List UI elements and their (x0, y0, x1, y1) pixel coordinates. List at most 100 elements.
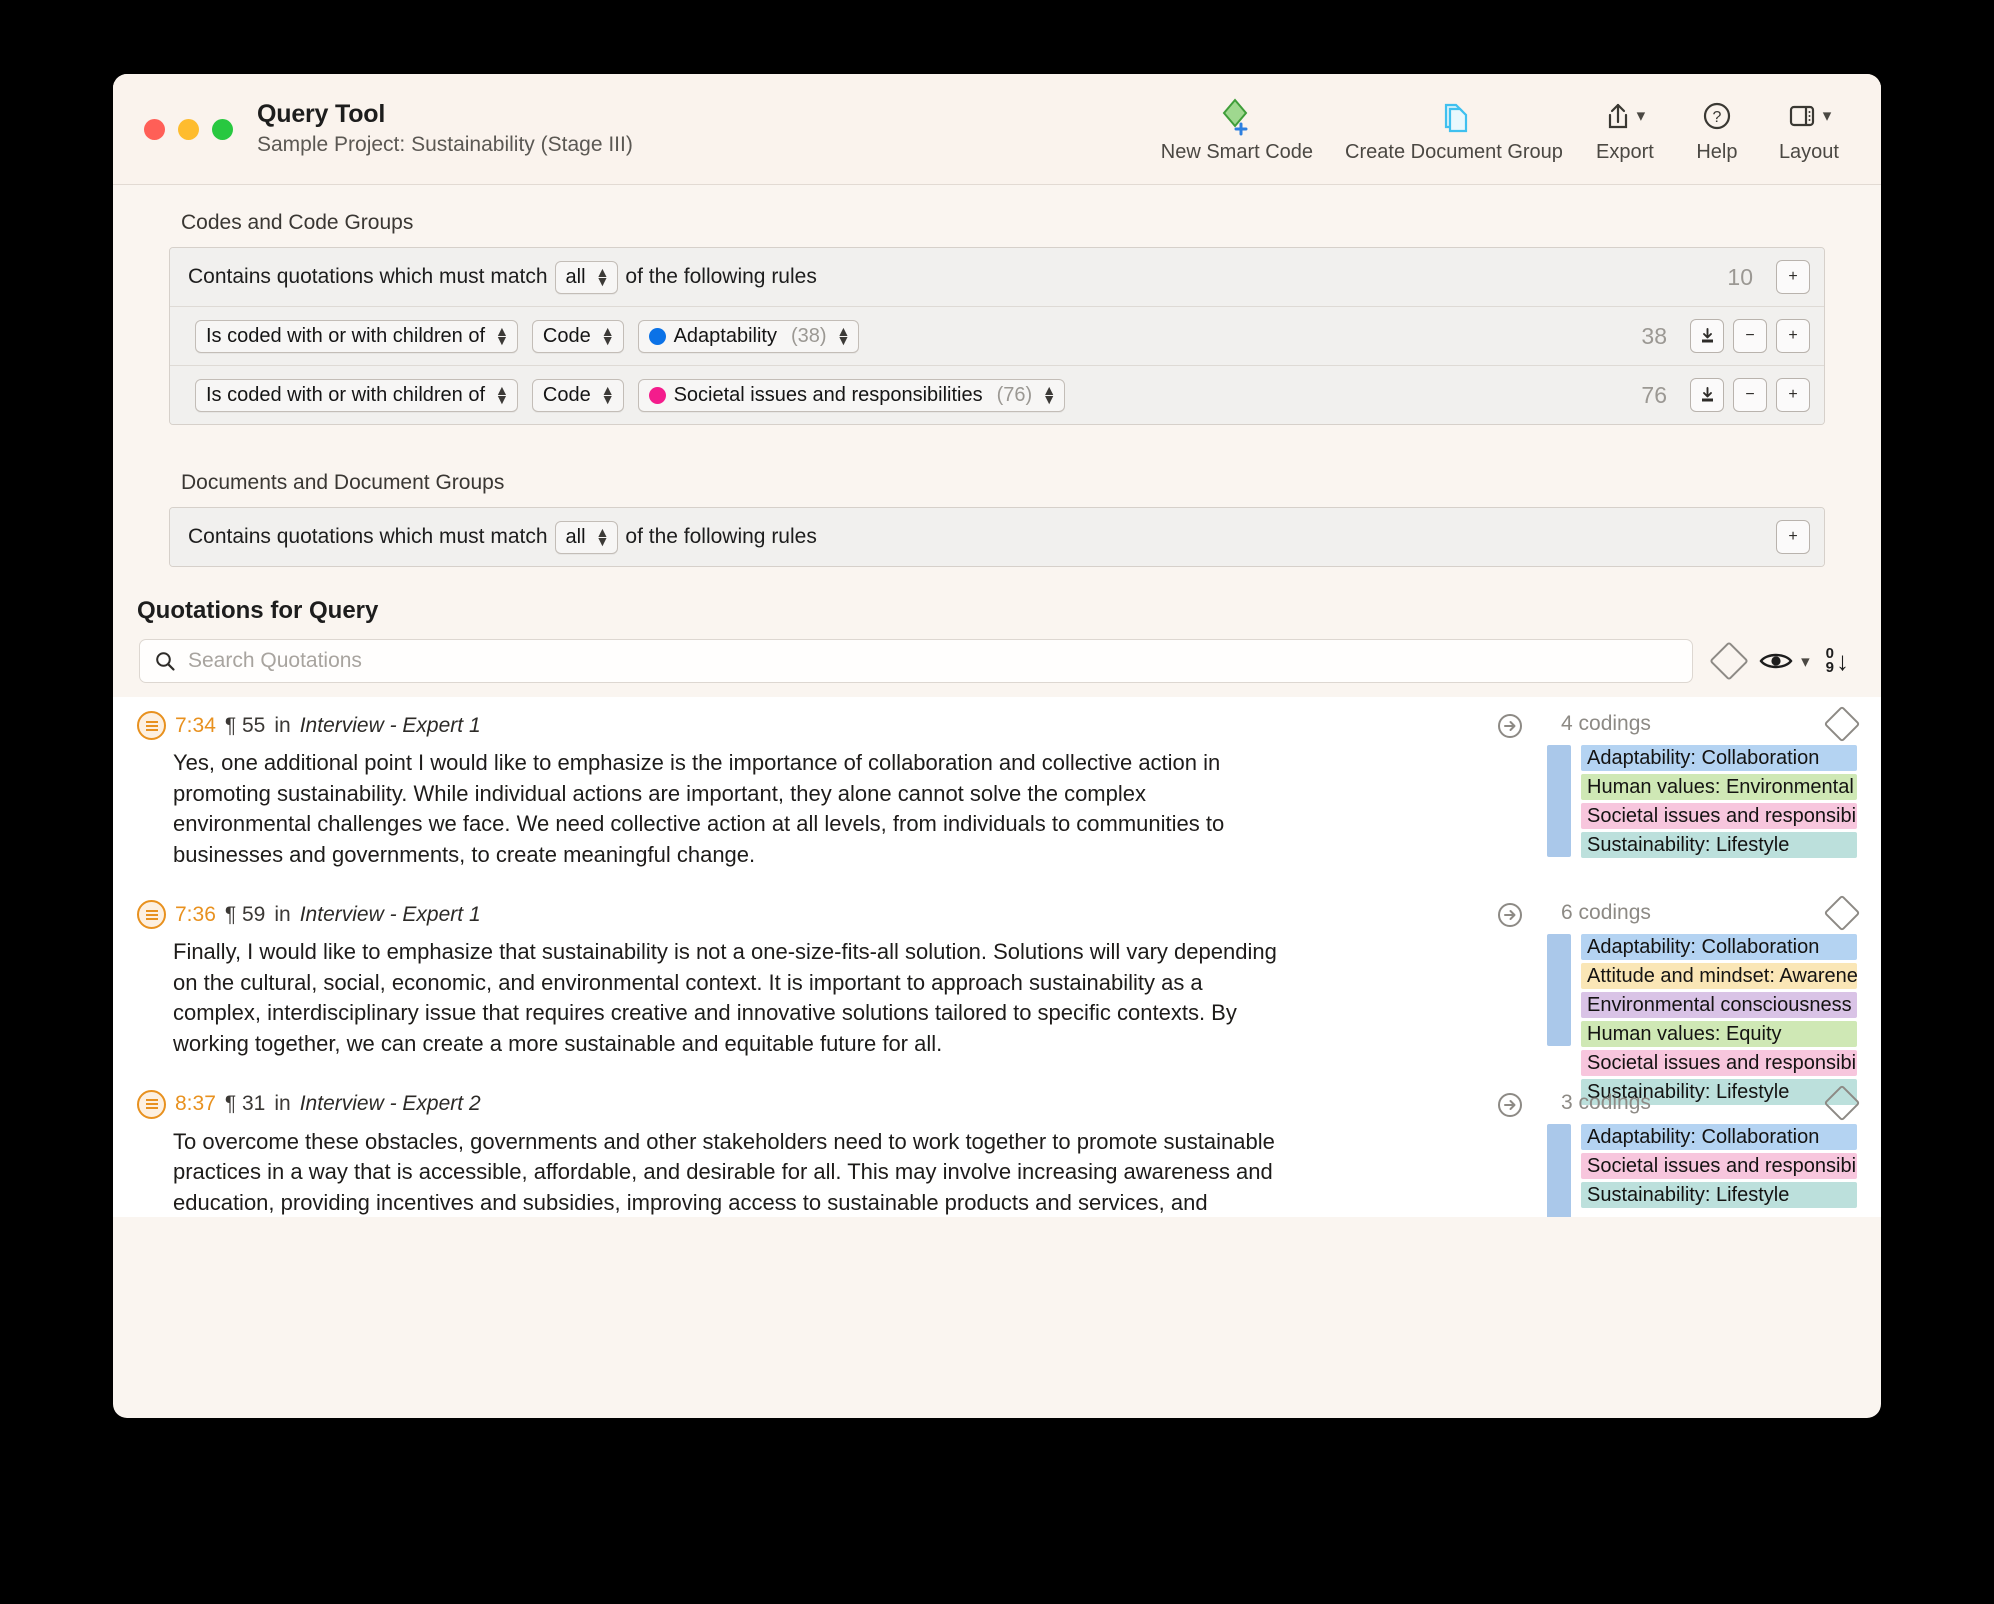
codes-rules-box: Contains quotations which must match all… (169, 247, 1825, 425)
coding-chip[interactable]: Adaptability: Collaboration (1581, 934, 1857, 961)
documents-header-rule-row: Contains quotations which must match all… (170, 508, 1824, 566)
rule-entity-value: Code (542, 383, 591, 406)
diamond-filter-icon[interactable] (1709, 641, 1749, 681)
rule-operator-select[interactable]: Is coded with or with children of ▲ ▼ (195, 378, 518, 412)
quotation-text: Finally, I would like to emphasize that … (173, 939, 1277, 1057)
documents-section-label: Documents and Document Groups (181, 471, 505, 494)
coding-chip[interactable]: Human values: Environmental (1581, 774, 1857, 800)
code-color-swatch (648, 386, 666, 404)
project-subtitle: Sample Project: Sustainability (Stage II… (257, 132, 633, 156)
code-rule-row: Is coded with or with children of ▲ ▼ Cod… (170, 366, 1824, 424)
maximize-window-button[interactable] (212, 118, 233, 140)
rule-operator-value: Is coded with or with children of (206, 324, 486, 347)
search-icon (156, 652, 175, 671)
match-suffix-label: of the following rules (625, 265, 817, 288)
documents-match-value: all (565, 525, 586, 548)
quotation-paragraph: ¶ 31 (224, 1092, 266, 1116)
import-rule-button[interactable] (1690, 319, 1724, 353)
quotation-item[interactable]: 7:36 ¶ 59 in Interview - Expert 1 Finall… (113, 886, 1881, 1106)
add-document-rule-button[interactable]: + (1776, 520, 1810, 554)
visibility-control[interactable]: ▾ (1759, 650, 1810, 672)
rule-target-select[interactable]: Societal issues and responsibilities (76… (637, 378, 1066, 412)
quotation-document: Interview - Expert 2 (299, 1092, 481, 1116)
stepper-icon: ▲ ▼ (600, 382, 615, 407)
quotation-icon (137, 900, 166, 930)
close-window-button[interactable] (144, 118, 165, 140)
toolbar-layout[interactable]: ▾ Layout (1763, 95, 1855, 164)
coding-chip[interactable]: Societal issues and responsibilities (1581, 1152, 1857, 1179)
query-tool-window: Query Tool Sample Project: Sustainabilit… (113, 74, 1881, 1418)
documents-match-select[interactable]: all ▲ ▼ (554, 520, 619, 554)
coding-chip[interactable]: Environmental consciousness (1581, 992, 1857, 1019)
rule-target-select[interactable]: Adaptability (38) ▲ ▼ (637, 319, 860, 353)
toolbar-help[interactable]: ? Help (1671, 95, 1763, 164)
coding-chip[interactable]: Sustainability: Lifestyle (1581, 832, 1857, 858)
search-input[interactable]: Search Quotations (139, 639, 1694, 683)
quotation-item[interactable]: 8:37 ¶ 31 in Interview - Expert 2 To ove… (113, 1076, 1881, 1217)
quotation-in-word: in (274, 1092, 291, 1116)
diamond-filter-icon[interactable] (1823, 705, 1861, 743)
toolbar-new-smart-code[interactable]: New Smart Code (1145, 95, 1329, 164)
coding-chip[interactable]: Adaptability: Collaboration (1581, 1123, 1857, 1150)
chevron-down-icon: ▾ (1801, 651, 1810, 671)
import-rule-button[interactable] (1690, 378, 1724, 412)
coding-chips: Adaptability: Collaboration Societal iss… (1581, 1123, 1857, 1217)
quotation-id: 7:34 (175, 713, 216, 737)
quotation-text: To overcome these obstacles, governments… (173, 1128, 1275, 1215)
codings-count: 4 codings (1561, 712, 1651, 735)
remove-rule-button[interactable]: − (1733, 378, 1767, 412)
layout-icon-row: ▾ (1787, 95, 1832, 137)
remove-rule-button[interactable]: − (1733, 319, 1767, 353)
code-rule-row: Is coded with or with children of ▲ ▼ Cod… (170, 307, 1824, 366)
quotation-marker-bar (1547, 934, 1571, 1047)
chevron-down-icon: ▾ (1822, 106, 1832, 125)
sort-order-button[interactable]: 0 9 ↓ (1826, 646, 1849, 676)
rule-operator-select[interactable]: Is coded with or with children of ▲ ▼ (195, 319, 518, 353)
coding-chips: Adaptability: Collaboration Human values… (1581, 745, 1857, 861)
open-quotation-arrow-icon[interactable] (1497, 1092, 1523, 1123)
minimize-window-button[interactable] (178, 118, 199, 140)
open-quotation-arrow-icon[interactable] (1497, 902, 1523, 933)
rule-entity-select[interactable]: Code ▲ ▼ (531, 378, 624, 412)
add-rule-button[interactable]: + (1776, 378, 1810, 412)
rule-entity-select[interactable]: Code ▲ ▼ (531, 319, 624, 353)
stepper-icon: ▲ ▼ (495, 323, 509, 348)
stepper-icon: ▲ ▼ (836, 323, 851, 348)
rule-result-count: 76 (1641, 381, 1667, 408)
quotation-icon (137, 711, 166, 740)
coding-chip[interactable]: Human values: Equity (1581, 1021, 1857, 1048)
codes-match-select[interactable]: all ▲ ▼ (554, 260, 619, 294)
quotation-paragraph: ¶ 59 (224, 902, 266, 926)
query-builder: Codes and Code Groups Contains quotation… (113, 185, 1881, 567)
diamond-filter-icon[interactable] (1823, 894, 1861, 932)
rule-target-value: Adaptability (673, 324, 777, 347)
quotation-document: Interview - Expert 1 (299, 713, 481, 737)
codes-match-value: all (565, 265, 586, 288)
quotation-paragraph: ¶ 55 (224, 713, 266, 737)
coding-chip[interactable]: Attitude and mindset: Awareness (1581, 963, 1857, 990)
export-icon-row: ▾ (1605, 95, 1645, 137)
coding-chip[interactable]: Sustainability: Lifestyle (1581, 1181, 1857, 1208)
codes-section-label: Codes and Code Groups (181, 211, 414, 234)
codings-body: Adaptability: Collaboration Societal iss… (1547, 1123, 1857, 1217)
add-code-rule-button[interactable]: + (1776, 260, 1810, 294)
coding-chip[interactable]: Societal issues and responsibilities (1581, 803, 1857, 829)
coding-chip[interactable]: Societal issues and responsibilities (1581, 1050, 1857, 1077)
code-color-swatch (648, 327, 666, 345)
open-quotation-arrow-icon[interactable] (1497, 713, 1523, 744)
quotation-id: 7:36 (175, 902, 216, 926)
quotation-item[interactable]: 7:34 ¶ 55 in Interview - Expert 1 Yes, o… (113, 697, 1881, 886)
codings-count: 3 codings (1561, 1090, 1651, 1114)
codings-body: Adaptability: Collaboration Human values… (1547, 745, 1857, 861)
coding-chip[interactable]: Adaptability: Collaboration (1581, 745, 1857, 771)
quotations-header: Quotations for Query (137, 597, 379, 624)
diamond-filter-icon[interactable] (1823, 1084, 1861, 1122)
toolbar-create-document-group[interactable]: Create Document Group (1329, 95, 1579, 164)
page-title: Query Tool (257, 100, 386, 129)
codings-panel: 4 codings Adaptability: Collaboration Hu… (1547, 705, 1861, 861)
quotations-list[interactable]: 7:34 ¶ 55 in Interview - Expert 1 Yes, o… (113, 697, 1881, 1217)
codings-head: 3 codings (1547, 1084, 1861, 1124)
toolbar-export[interactable]: ▾ Export (1579, 95, 1671, 164)
layout-panel-icon (1789, 105, 1814, 126)
add-rule-button[interactable]: + (1776, 319, 1810, 353)
